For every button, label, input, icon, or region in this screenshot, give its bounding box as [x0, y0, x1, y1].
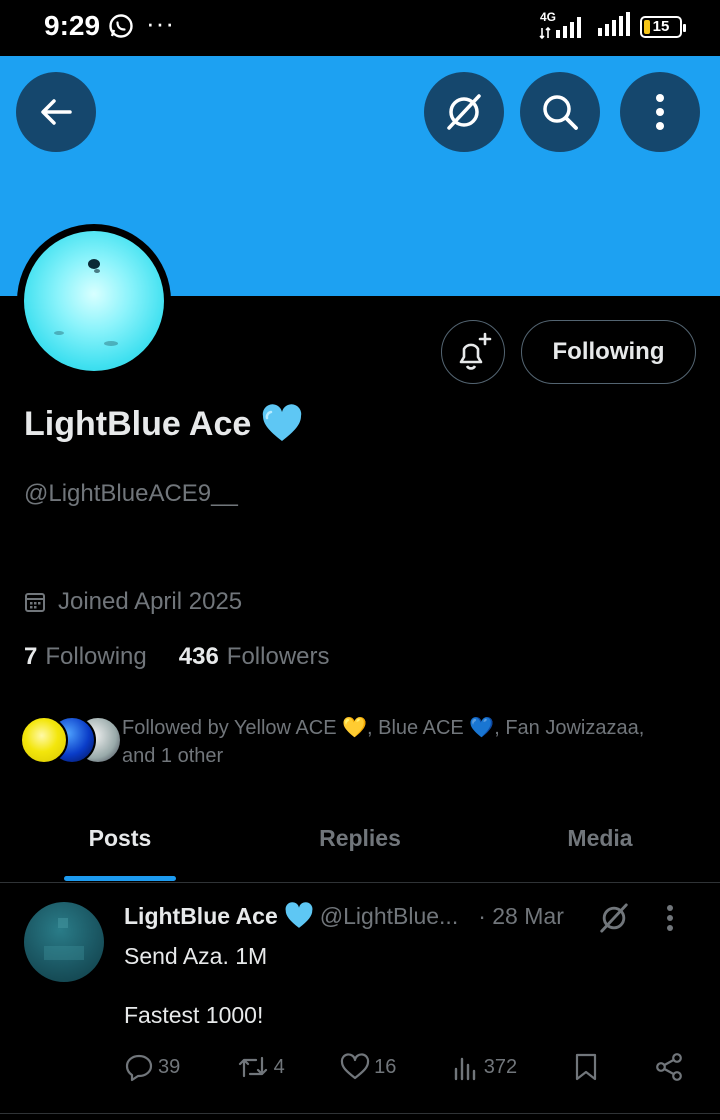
followed-by[interactable]: Followed by Yellow ACE 💛, Blue ACE 💙, Fa…: [20, 714, 700, 770]
battery-level: 15: [652, 18, 670, 35]
battery-icon: 15: [640, 15, 686, 38]
profile-name-text: LightBlue Ace: [24, 404, 252, 443]
repost-count: 4: [273, 1055, 285, 1078]
post[interactable]: LightBlue Ace @LightBlue... · 28 Mar Sen…: [0, 884, 720, 1120]
more-vertical-icon: [667, 905, 673, 931]
more-notifications-icon: ···: [146, 8, 175, 38]
follower-avatar: [20, 716, 68, 764]
back-button[interactable]: [16, 72, 96, 152]
joined-date: Joined April 2025: [24, 588, 242, 616]
post-text-line2: Fastest 1000!: [124, 1002, 264, 1028]
signal-icon: [596, 12, 630, 41]
share-icon: [656, 1053, 682, 1081]
status-bar: 9:29 ··· 4G 15: [0, 0, 720, 56]
following-count: 7: [24, 643, 38, 670]
post-grok-button[interactable]: [596, 900, 632, 941]
divider: [0, 1113, 720, 1114]
whatsapp-icon: [108, 13, 134, 44]
repost-button[interactable]: 4: [236, 1052, 285, 1082]
like-icon: [341, 1053, 370, 1080]
bookmark-button[interactable]: [573, 1052, 599, 1082]
light-blue-heart-icon: [263, 404, 302, 441]
like-button[interactable]: 16: [340, 1053, 396, 1081]
back-arrow-icon: [41, 99, 72, 125]
profile-name: LightBlue Ace: [24, 404, 303, 444]
more-options-button[interactable]: [620, 72, 700, 152]
tab-posts[interactable]: Posts: [0, 810, 240, 866]
follow-stats: 7 Following 436 Followers: [24, 643, 330, 671]
profile-avatar[interactable]: [17, 224, 171, 378]
following-button[interactable]: Following: [521, 320, 696, 384]
more-vertical-icon: [656, 94, 664, 130]
post-author-handle[interactable]: @LightBlue...: [320, 903, 458, 930]
grok-icon: [600, 903, 628, 933]
status-time: 9:29: [44, 10, 101, 41]
following-label: Following: [45, 643, 147, 670]
tab-replies[interactable]: Replies: [240, 810, 480, 866]
followed-by-text: Followed by Yellow ACE 💛, Blue ACE 💙, Fa…: [122, 717, 645, 767]
profile-tabs: Posts Replies Media: [0, 810, 720, 883]
light-blue-heart-icon: [285, 902, 313, 928]
profile-handle: @LightBlueACE9__: [24, 480, 238, 507]
avatar-image: [24, 231, 164, 371]
calendar-icon: [25, 593, 45, 612]
followers-count: 436: [178, 643, 219, 670]
post-more-button[interactable]: [666, 904, 674, 937]
following-count-link[interactable]: 7 Following: [24, 643, 147, 671]
search-icon: [543, 95, 578, 130]
grok-button[interactable]: [424, 72, 504, 152]
grok-icon: [447, 94, 481, 130]
post-header: LightBlue Ace @LightBlue... · 28 Mar: [124, 902, 594, 930]
views-icon: [454, 1057, 475, 1081]
follower-avatars: [20, 714, 122, 766]
share-button[interactable]: [654, 1052, 684, 1082]
tab-media[interactable]: Media: [480, 810, 720, 866]
signal-4g-icon: 4G: [538, 10, 586, 40]
post-date[interactable]: · 28 Mar: [478, 903, 564, 930]
search-button[interactable]: [520, 72, 600, 152]
reply-icon: [125, 1054, 153, 1082]
post-actions: 39 4 16 372: [124, 1052, 684, 1082]
notifications-button[interactable]: [441, 320, 505, 384]
joined-text: Joined April 2025: [58, 588, 243, 615]
bookmark-icon: [575, 1053, 596, 1081]
followers-count-link[interactable]: 436 Followers: [179, 643, 330, 671]
post-avatar[interactable]: [24, 902, 104, 982]
notification-bell-icon: [459, 332, 492, 370]
views-button[interactable]: 372: [452, 1053, 517, 1081]
like-count: 16: [374, 1055, 397, 1078]
followers-label: Followers: [226, 643, 330, 670]
reply-button[interactable]: 39: [124, 1052, 180, 1082]
post-text-line1: Send Aza. 1M: [124, 943, 268, 969]
reply-count: 39: [158, 1055, 181, 1078]
post-author-name[interactable]: LightBlue Ace: [124, 903, 278, 930]
repost-icon: [238, 1056, 267, 1078]
views-count: 372: [483, 1055, 518, 1078]
active-tab-indicator: [64, 876, 176, 881]
